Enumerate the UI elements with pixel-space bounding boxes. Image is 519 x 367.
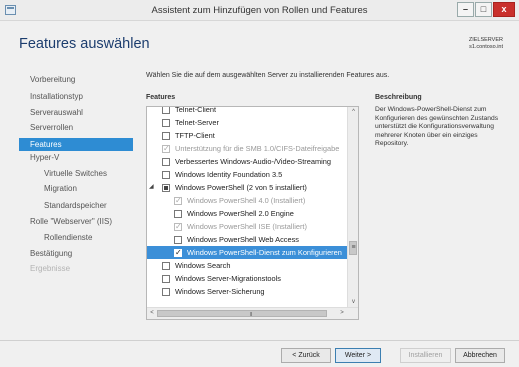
feature-checkbox[interactable] xyxy=(162,275,170,283)
install-button[interactable]: Installieren xyxy=(400,348,451,363)
feature-row[interactable]: ◢ Windows PowerShell (2 von 5 installiert… xyxy=(147,181,348,194)
nav-item-rollendienste[interactable]: Rollendienste xyxy=(44,233,92,246)
feature-checkbox[interactable] xyxy=(162,132,170,140)
features-list[interactable]: Telnet-Client Telnet-Server TFTP-Client Unt… xyxy=(146,106,359,320)
feature-label: Windows PowerShell-Dienst zum Konfigurie… xyxy=(187,248,342,257)
description-text: Der Windows-PowerShell-Dienst zum Konfig… xyxy=(375,106,499,148)
feature-checkbox[interactable] xyxy=(162,158,170,166)
close-button[interactable]: x xyxy=(493,2,515,17)
feature-row[interactable]: Telnet-Server xyxy=(147,116,348,129)
feature-label: TFTP-Client xyxy=(175,131,215,140)
title-bar: Assistent zum Hinzufügen von Rollen und … xyxy=(0,0,519,21)
page-title: Features auswählen xyxy=(19,36,150,52)
description-heading: Beschreibung xyxy=(375,94,422,101)
features-tree: Telnet-Client Telnet-Server TFTP-Client Unt… xyxy=(147,106,348,298)
feature-label: Windows Server-Sicherung xyxy=(175,287,265,296)
scroll-right-icon[interactable]: > xyxy=(337,308,347,319)
cancel-button[interactable]: Abbrechen xyxy=(455,348,505,363)
hscroll-grip-icon: III xyxy=(250,312,252,318)
nav-item-serverrollen[interactable]: Serverrollen xyxy=(30,123,73,136)
expand-arrow-icon[interactable]: ◢ xyxy=(149,181,154,194)
target-server-label: ZIELSERVER xyxy=(468,37,503,43)
feature-row[interactable]: TFTP-Client xyxy=(147,129,348,142)
feature-label: Windows PowerShell ISE (Installiert) xyxy=(187,222,307,231)
nav-item-rolle-webserver-iis[interactable]: Rolle "Webserver" (IIS) xyxy=(30,217,112,230)
feature-label: Windows PowerShell Web Access xyxy=(187,235,299,244)
feature-row[interactable]: Telnet-Client xyxy=(147,106,348,116)
feature-checkbox[interactable] xyxy=(174,220,182,233)
feature-row[interactable]: Windows PowerShell ISE (Installiert) xyxy=(147,220,348,233)
main-content: Wählen Sie die auf dem ausgewählten Serv… xyxy=(146,62,506,340)
feature-label: Windows Identity Foundation 3.5 xyxy=(175,170,283,179)
nav-item-serverauswahl[interactable]: Serverauswahl xyxy=(30,108,83,121)
nav-item-virtuelle-switches[interactable]: Virtuelle Switches xyxy=(44,169,107,182)
feature-label: Windows PowerShell (2 von 5 installiert) xyxy=(175,183,307,192)
target-server-name: s1.contoso.int xyxy=(469,44,503,50)
feature-checkbox[interactable] xyxy=(162,262,170,270)
wizard-footer: < Zurück Weiter > Installieren Abbrechen xyxy=(0,340,519,367)
nav-item-ergebnisse: Ergebnisse xyxy=(30,264,71,273)
window-controls: – □ x xyxy=(457,2,515,17)
minimize-button[interactable]: – xyxy=(457,2,474,17)
wizard-nav: Vorbereitung Installationstyp Serverauswah… xyxy=(0,62,136,340)
feature-label: Telnet-Client xyxy=(175,106,217,114)
window-title: Assistent zum Hinzufügen von Rollen und … xyxy=(151,5,368,16)
feature-row[interactable]: Windows PowerShell-Dienst zum Konfigurie… xyxy=(147,246,348,259)
feature-checkbox[interactable] xyxy=(174,236,182,244)
back-button[interactable]: < Zurück xyxy=(281,348,331,363)
next-button[interactable]: Weiter > xyxy=(335,348,381,363)
feature-checkbox[interactable] xyxy=(162,288,170,296)
feature-label: Windows Search xyxy=(175,261,231,270)
intro-text: Wählen Sie die auf dem ausgewählten Serv… xyxy=(146,72,390,79)
horizontal-scrollbar[interactable]: < III > xyxy=(147,307,358,319)
feature-checkbox[interactable] xyxy=(162,107,170,114)
feature-label: Windows PowerShell 2.0 Engine xyxy=(187,209,294,218)
hscroll-thumb[interactable]: III xyxy=(157,310,327,318)
feature-row[interactable]: Windows PowerShell Web Access xyxy=(147,233,348,246)
nav-item-installationstyp[interactable]: Installationstyp xyxy=(30,92,83,105)
nav-item-hyper-v[interactable]: Hyper-V xyxy=(30,153,59,166)
feature-row[interactable]: Windows PowerShell 4.0 (Installiert) xyxy=(147,194,348,207)
nav-item-bestätigung[interactable]: Bestätigung xyxy=(30,249,72,262)
feature-label: Verbessertes Windows-Audio-/Video-Stream… xyxy=(175,157,331,166)
feature-label: Windows PowerShell 4.0 (Installiert) xyxy=(187,196,306,205)
nav-item-migration[interactable]: Migration xyxy=(44,184,77,197)
wizard-header: Features auswählen ZIELSERVER s1.contoso… xyxy=(0,21,519,62)
scroll-left-icon[interactable]: < xyxy=(147,308,157,319)
target-server-info: ZIELSERVER s1.contoso.int xyxy=(469,37,503,51)
feature-row[interactable]: Unterstützung für die SMB 1.0/CIFS-Datei… xyxy=(147,142,348,155)
nav-item-vorbereitung[interactable]: Vorbereitung xyxy=(30,75,75,88)
maximize-button[interactable]: □ xyxy=(475,2,492,17)
feature-checkbox[interactable] xyxy=(162,142,170,155)
feature-row[interactable]: Windows Search xyxy=(147,259,348,272)
feature-label: Windows Server-Migrationstools xyxy=(175,274,281,283)
feature-checkbox[interactable] xyxy=(174,246,182,259)
feature-checkbox[interactable] xyxy=(162,171,170,179)
feature-row[interactable]: Windows PowerShell 2.0 Engine xyxy=(147,207,348,220)
scroll-up-icon[interactable]: ^ xyxy=(348,107,358,117)
feature-checkbox[interactable] xyxy=(174,210,182,218)
feature-checkbox[interactable] xyxy=(162,184,170,192)
feature-label: Telnet-Server xyxy=(175,118,219,127)
feature-row[interactable]: Windows Identity Foundation 3.5 xyxy=(147,168,348,181)
scroll-down-icon[interactable]: v xyxy=(348,297,358,307)
feature-checkbox[interactable] xyxy=(174,194,182,207)
feature-label: Unterstützung für die SMB 1.0/CIFS-Datei… xyxy=(175,144,340,153)
feature-row[interactable]: Windows Server-Sicherung xyxy=(147,285,348,298)
nav-item-features[interactable]: Features xyxy=(19,138,133,151)
scroll-grip-icon: ≡ xyxy=(351,244,356,251)
vertical-scrollbar[interactable]: ^ ≡ v xyxy=(347,107,358,307)
feature-row[interactable]: Windows Server-Migrationstools xyxy=(147,272,348,285)
feature-checkbox[interactable] xyxy=(162,119,170,127)
feature-row[interactable]: Verbessertes Windows-Audio-/Video-Stream… xyxy=(147,155,348,168)
nav-item-standardspeicher[interactable]: Standardspeicher xyxy=(44,201,107,214)
features-heading: Features xyxy=(146,94,176,101)
